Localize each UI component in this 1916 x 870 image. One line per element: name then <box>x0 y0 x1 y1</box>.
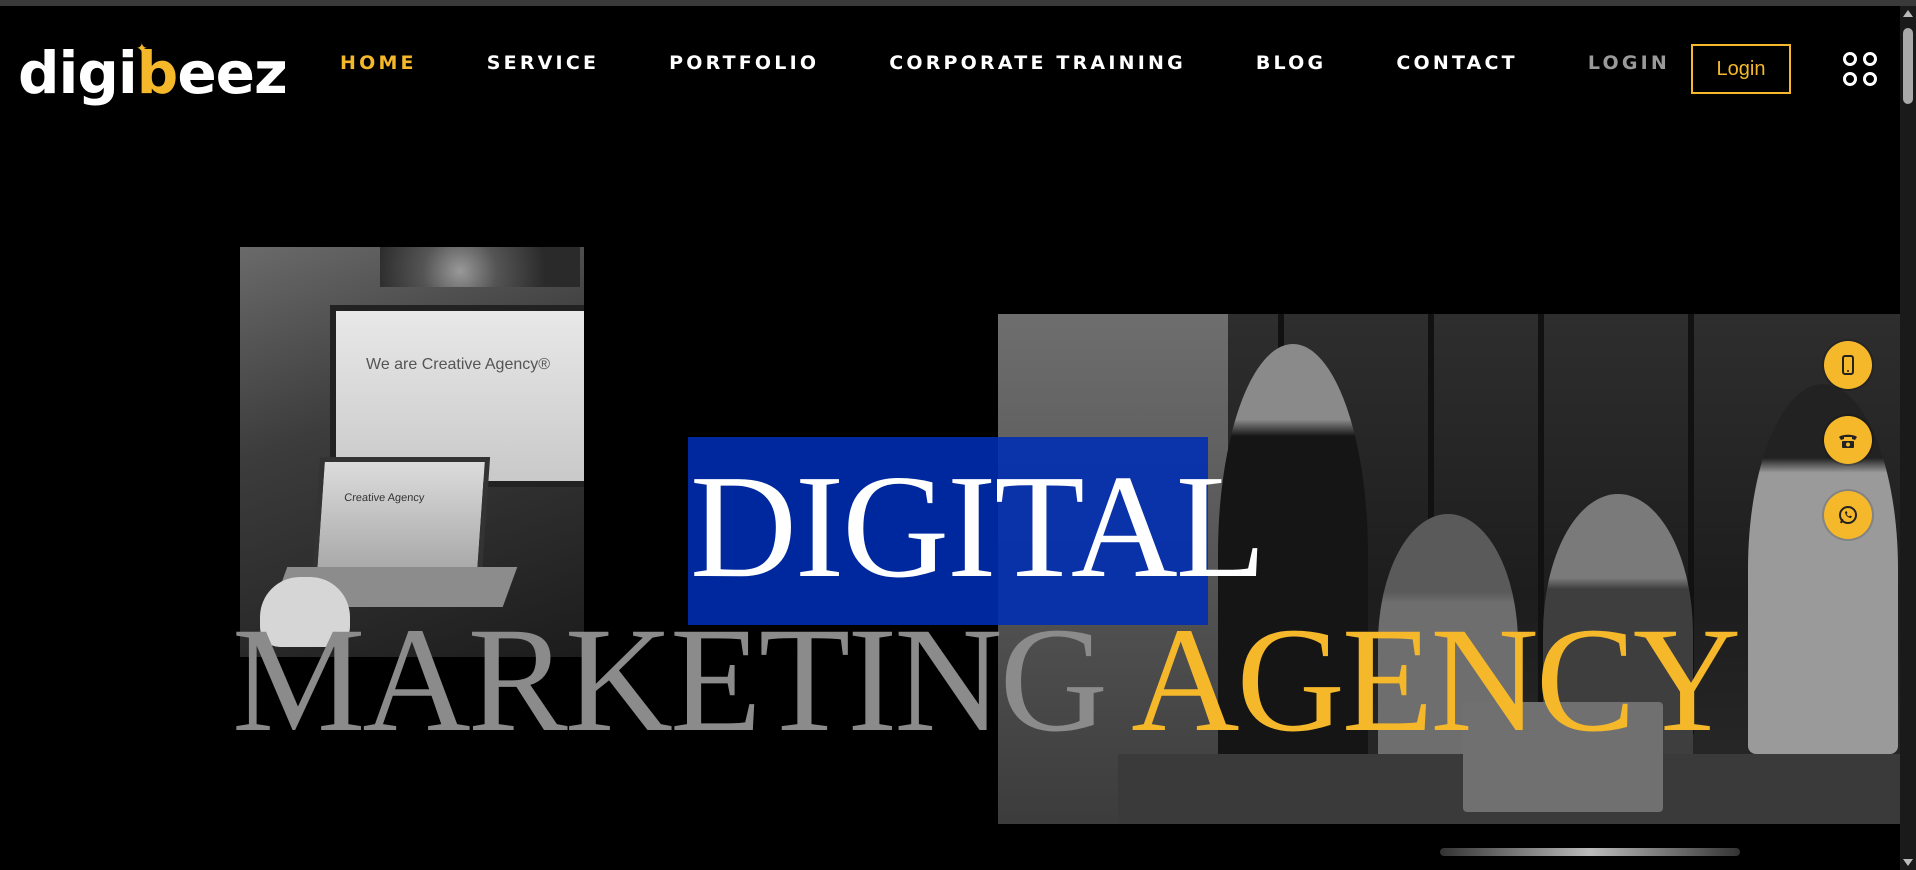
next-section-peek <box>1440 848 1740 856</box>
browser-top-edge <box>0 0 1916 6</box>
bee-icon: ✦ <box>136 40 148 56</box>
site-logo[interactable]: digibeez ✦ <box>18 38 288 102</box>
login-button[interactable]: Login <box>1691 44 1791 94</box>
mobile-call-button[interactable] <box>1824 341 1872 389</box>
nav-contact[interactable]: CONTACT <box>1396 52 1518 74</box>
scroll-up-arrow-icon[interactable] <box>1903 10 1913 17</box>
hero-word-agency: AGENCY <box>1131 597 1741 763</box>
grid-cell <box>1843 52 1857 66</box>
logo-prefix: digi <box>18 39 138 107</box>
nav-blog[interactable]: BLOG <box>1256 52 1326 74</box>
nav-login[interactable]: LOGIN <box>1588 52 1670 74</box>
nav-home[interactable]: HOME <box>340 52 417 74</box>
person-standing-right <box>1748 384 1898 754</box>
hero-word-marketing: MARKETING <box>232 597 1108 763</box>
hero-title-line2: MARKETING AGENCY <box>232 605 1741 755</box>
hero-image-creative-agency: We are Creative Agency® Creative Agency <box>240 247 584 657</box>
telephone-call-button[interactable] <box>1824 416 1872 464</box>
monitor-text: We are Creative Agency® <box>366 356 551 373</box>
scroll-down-arrow-icon[interactable] <box>1903 859 1913 866</box>
scroll-thumb[interactable] <box>1903 28 1913 104</box>
grid-cell <box>1863 52 1877 66</box>
page-scrollbar[interactable] <box>1900 6 1916 870</box>
laptop-text: Creative Agency <box>343 492 425 504</box>
grid-cell <box>1843 72 1857 86</box>
main-nav: HOME SERVICE PORTFOLIO CORPORATE TRAININ… <box>340 52 1740 74</box>
hero-title-digital: DIGITAL <box>690 445 1266 609</box>
grid-menu-icon[interactable] <box>1843 52 1877 86</box>
logo-text: digibeez <box>18 44 288 102</box>
whatsapp-button[interactable] <box>1824 491 1872 539</box>
whatsapp-icon <box>1839 506 1857 524</box>
nav-corporate-training[interactable]: CORPORATE TRAINING <box>889 52 1186 74</box>
nav-service[interactable]: SERVICE <box>487 52 599 74</box>
mobile-phone-icon <box>1842 355 1854 375</box>
laptop-screen: Creative Agency <box>311 457 491 575</box>
logo-suffix: eez <box>177 39 287 107</box>
telephone-icon <box>1839 434 1857 448</box>
nav-portfolio[interactable]: PORTFOLIO <box>669 52 819 74</box>
plant-decor <box>380 247 580 287</box>
grid-cell <box>1863 72 1877 86</box>
